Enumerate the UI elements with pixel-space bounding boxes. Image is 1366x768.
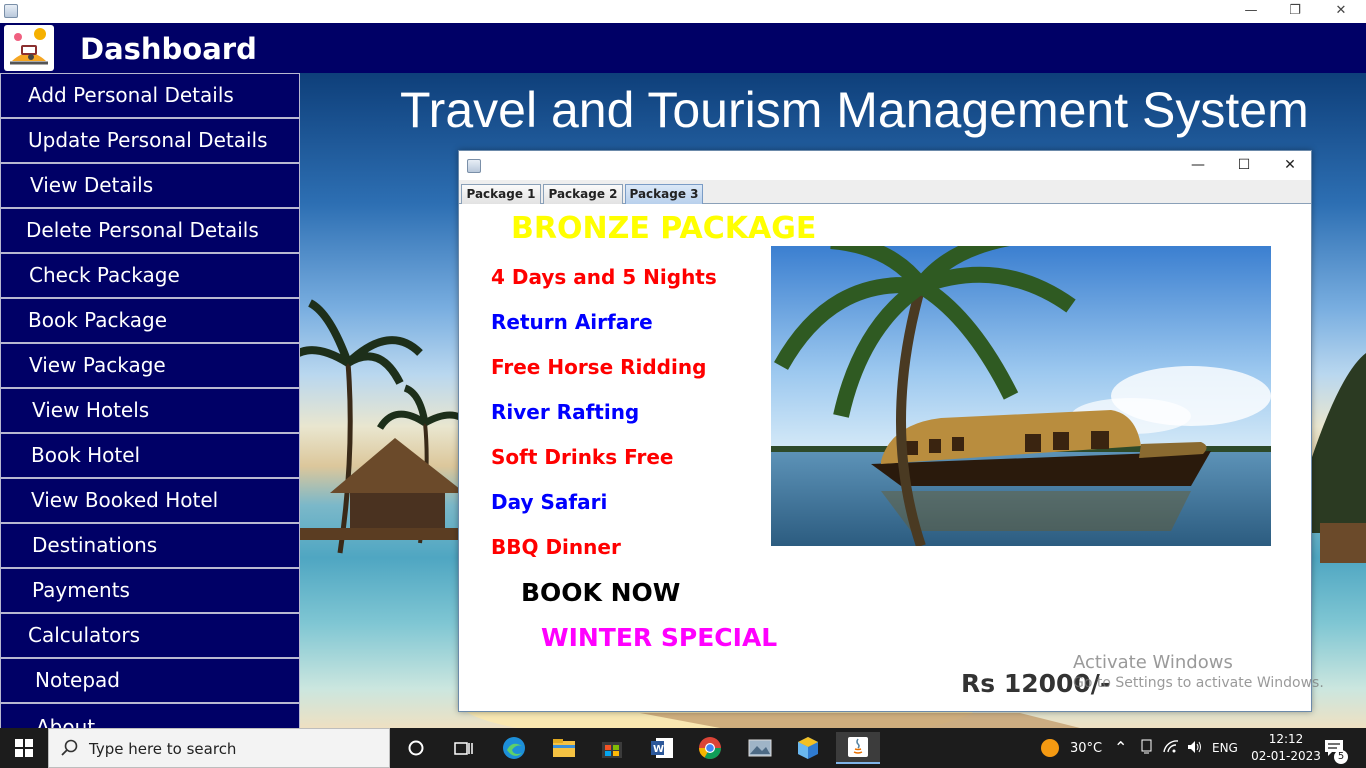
sidebar-item-view-hotels[interactable]: View Hotels xyxy=(0,388,300,433)
clock-time[interactable]: 12:12 xyxy=(1264,732,1308,746)
feature-horse-riding: Free Horse Ridding xyxy=(491,355,707,379)
tab-package-3[interactable]: Package 3 xyxy=(625,184,703,204)
package-minimize-button[interactable]: — xyxy=(1175,151,1221,180)
volume-icon[interactable] xyxy=(1186,739,1204,758)
package-content: BRONZE PACKAGE 4 Days and 5 Nights Retur… xyxy=(461,206,1309,710)
sidebar-item-view-booked-hotel[interactable]: View Booked Hotel xyxy=(0,478,300,523)
chevron-up-icon[interactable]: ⌃ xyxy=(1114,738,1127,757)
language-indicator[interactable]: ENG xyxy=(1212,741,1238,755)
package-title: BRONZE PACKAGE xyxy=(511,211,817,246)
java-app-icon xyxy=(467,159,481,173)
package-maximize-button[interactable]: ☐ xyxy=(1221,151,1267,180)
sidebar-item-payments[interactable]: Payments xyxy=(0,568,300,613)
microsoft-store-icon[interactable] xyxy=(590,732,634,764)
network-device-icon[interactable] xyxy=(1140,739,1154,758)
notification-count-badge: 5 xyxy=(1334,750,1348,764)
windows-taskbar: Type here to search W 30°C ⌃ ENG 12:12 0… xyxy=(0,728,1366,768)
package-close-button[interactable]: ✕ xyxy=(1267,151,1313,180)
feature-airfare: Return Airfare xyxy=(491,310,653,334)
package-window: — ☐ ✕ Package 1 Package 2 Package 3 BRON… xyxy=(458,150,1312,712)
sidebar-item-about[interactable]: About xyxy=(0,703,300,728)
edge-browser-icon[interactable] xyxy=(492,732,536,764)
svg-text:W: W xyxy=(653,744,664,755)
book-now-button[interactable]: BOOK NOW xyxy=(521,578,680,607)
sidebar-item-view-package[interactable]: View Package xyxy=(0,343,300,388)
sidebar-item-view-details[interactable]: View Details xyxy=(0,163,300,208)
java-app-icon xyxy=(4,4,18,18)
feature-soft-drinks: Soft Drinks Free xyxy=(491,445,674,469)
travel-logo-icon xyxy=(4,25,54,71)
wifi-icon[interactable] xyxy=(1162,740,1180,757)
virtualbox-icon[interactable] xyxy=(786,732,830,764)
start-windows-icon[interactable] xyxy=(2,732,46,764)
tab-package-1[interactable]: Package 1 xyxy=(461,184,541,204)
chrome-icon[interactable] xyxy=(688,732,732,764)
sidebar-item-notepad[interactable]: Notepad xyxy=(0,658,300,703)
task-view-icon[interactable] xyxy=(442,732,486,764)
restore-button[interactable]: ❐ xyxy=(1272,0,1318,23)
cortana-icon[interactable] xyxy=(394,732,438,764)
activate-windows-title: Activate Windows xyxy=(1073,652,1233,673)
sidebar-item-destinations[interactable]: Destinations xyxy=(0,523,300,568)
activate-windows-watermark: Activate Windows Go to Settings to activ… xyxy=(1073,652,1324,691)
tab-package-2[interactable]: Package 2 xyxy=(543,184,623,204)
clock-date[interactable]: 02-01-2023 xyxy=(1248,749,1324,763)
package-photo xyxy=(771,246,1271,546)
sidebar-item-book-package[interactable]: Book Package xyxy=(0,298,300,343)
activate-windows-subtitle: Go to Settings to activate Windows. xyxy=(1073,675,1324,691)
feature-day-safari: Day Safari xyxy=(491,490,608,514)
sidebar-nav: Add Personal Details Update Personal Det… xyxy=(0,73,300,728)
sidebar-item-calculators[interactable]: Calculators xyxy=(0,613,300,658)
page-title: Dashboard xyxy=(80,32,257,66)
dashboard-header: Dashboard xyxy=(0,23,1366,73)
java-app-taskbar-icon[interactable] xyxy=(836,732,880,764)
photos-app-icon[interactable] xyxy=(738,732,782,764)
search-placeholder: Type here to search xyxy=(89,740,237,758)
system-title: Travel and Tourism Management System xyxy=(400,82,1309,138)
close-button[interactable]: ✕ xyxy=(1318,0,1364,23)
word-icon[interactable]: W xyxy=(640,732,684,764)
package-tabstrip: Package 1 Package 2 Package 3 xyxy=(459,180,1311,204)
minimize-button[interactable]: — xyxy=(1228,0,1274,23)
weather-icon[interactable] xyxy=(1028,732,1072,764)
weather-temperature: 30°C xyxy=(1070,741,1103,756)
sidebar-item-delete-personal-details[interactable]: Delete Personal Details xyxy=(0,208,300,253)
sidebar-item-check-package[interactable]: Check Package xyxy=(0,253,300,298)
sidebar-item-update-personal-details[interactable]: Update Personal Details xyxy=(0,118,300,163)
feature-duration: 4 Days and 5 Nights xyxy=(491,265,717,289)
app-titlebar: — ❐ ✕ xyxy=(0,0,1366,23)
sidebar-item-add-personal-details[interactable]: Add Personal Details xyxy=(0,73,300,118)
sidebar-item-book-hotel[interactable]: Book Hotel xyxy=(0,433,300,478)
winter-special-label: WINTER SPECIAL xyxy=(541,623,778,652)
file-explorer-icon[interactable] xyxy=(542,732,586,764)
feature-river-rafting: River Rafting xyxy=(491,400,640,424)
taskbar-search-box[interactable]: Type here to search xyxy=(48,728,390,768)
feature-bbq-dinner: BBQ Dinner xyxy=(491,535,621,559)
search-icon xyxy=(61,739,78,756)
package-window-titlebar: — ☐ ✕ xyxy=(459,151,1311,180)
